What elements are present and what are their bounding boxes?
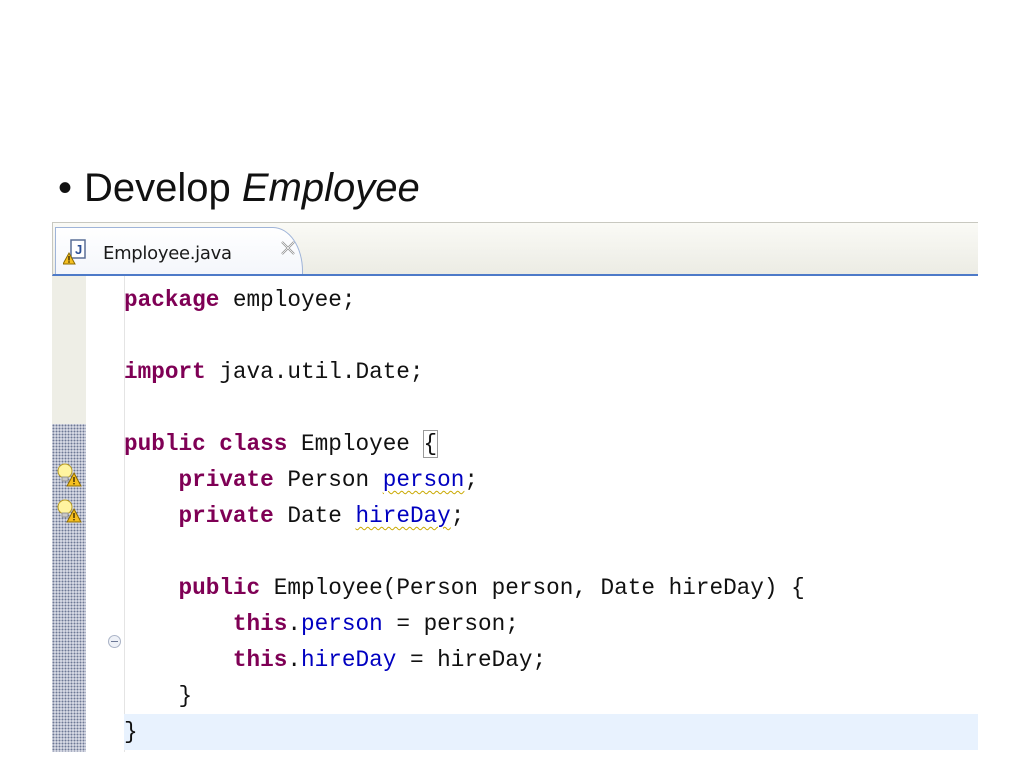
code-line: private Date hireDay; [124, 498, 978, 534]
slide-bullet: • Develop Employee [58, 164, 420, 212]
code-line: } [124, 678, 978, 714]
field-name: hireDay [355, 503, 451, 529]
current-code-line: } [124, 714, 978, 750]
code-text: = hireDay; [396, 647, 547, 673]
code-line: package employee; [124, 282, 978, 318]
keyword: private [178, 467, 274, 493]
code-text: . [287, 611, 302, 637]
code-line: public class Employee { [124, 426, 978, 462]
keyword: private [178, 503, 274, 529]
code-text: Person [273, 467, 383, 493]
code-line: import java.util.Date; [124, 354, 978, 390]
code-text: ; [464, 467, 479, 493]
keyword: package [124, 287, 220, 313]
code-text: Employee(Person person, Date hireDay) { [260, 575, 805, 601]
code-line: this.hireDay = hireDay; [124, 642, 978, 678]
code-text: employee; [219, 287, 356, 313]
code-text: = person; [382, 611, 519, 637]
code-text: Date [273, 503, 356, 529]
warning-lightbulb-icon[interactable] [56, 462, 82, 488]
keyword: import [124, 359, 206, 385]
code-line: private Person person; [124, 462, 978, 498]
bullet-text: Develop [84, 166, 242, 210]
keyword: this [232, 647, 288, 673]
code-text: java.util.Date; [205, 359, 424, 385]
code-text: . [287, 647, 302, 673]
code-area[interactable]: package employee; import java.util.Date;… [124, 276, 978, 752]
code-text: ; [450, 503, 465, 529]
keyword: public [178, 575, 261, 601]
overview-ruler[interactable] [52, 276, 86, 752]
bullet-dot: • [58, 166, 73, 210]
svg-text:J: J [75, 242, 82, 257]
field-name: hireDay [301, 647, 397, 673]
editor-tab-bar: J Employee.java [52, 222, 978, 276]
code-line: this.person = person; [124, 606, 978, 642]
java-file-warning-icon: J [62, 238, 89, 268]
tab-title: Employee.java [103, 243, 232, 264]
folding-gutter [86, 276, 125, 752]
warning-lightbulb-icon[interactable] [56, 498, 82, 524]
tab-employee-java[interactable]: J Employee.java [55, 227, 303, 274]
close-icon[interactable] [279, 239, 297, 257]
bullet-emphasis: Employee [241, 166, 420, 210]
field-name: person [301, 611, 383, 637]
code-line: public Employee(Person person, Date hire… [124, 570, 978, 606]
field-name: person [382, 467, 465, 493]
code-text: } [124, 683, 193, 709]
code-text: Employee [287, 431, 424, 457]
code-text: } [124, 719, 138, 745]
keyword: this [232, 611, 288, 637]
collapse-fold-icon[interactable] [108, 635, 121, 648]
keyword: public class [124, 431, 288, 457]
java-editor: J Employee.java package employee; import… [52, 222, 978, 752]
matching-brace: { [422, 430, 439, 458]
